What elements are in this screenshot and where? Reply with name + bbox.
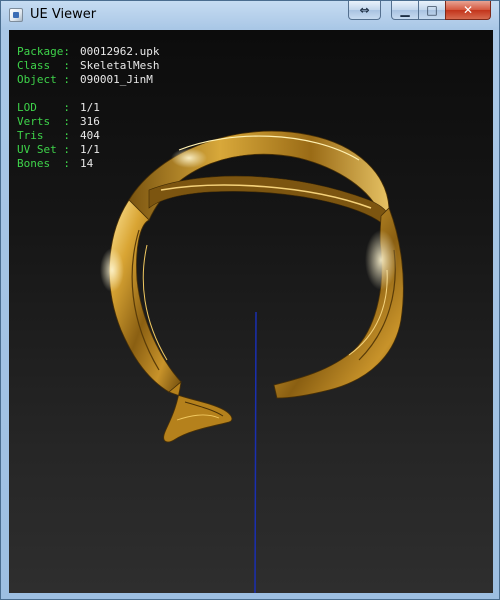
maximize-button[interactable]: □	[418, 1, 446, 20]
info-value: 1/1	[80, 101, 100, 114]
info-row-tris: Tris : 404	[17, 129, 159, 143]
info-label: Bones :	[17, 157, 70, 170]
info-label: LOD :	[17, 101, 70, 114]
app-icon	[9, 8, 23, 22]
info-row-bones: Bones : 14	[17, 157, 159, 171]
app-window: UE Viewer ⇔ ▁ □ ✕ Package: 00012962.upk …	[0, 0, 500, 600]
info-row-package: Package: 00012962.upk	[17, 45, 159, 59]
mesh-info-overlay: Package: 00012962.upk Class : SkeletalMesh…	[17, 45, 159, 171]
info-value: 404	[80, 129, 100, 142]
info-label: UV Set :	[17, 143, 70, 156]
info-label: Object :	[17, 73, 70, 86]
info-row-lod: LOD : 1/1	[17, 101, 159, 115]
info-label: Verts :	[17, 115, 70, 128]
info-value: 090001_JinM	[80, 73, 153, 86]
swap-arrows-icon: ⇔	[359, 3, 370, 17]
close-button[interactable]: ✕	[445, 1, 491, 20]
gold-circlet-mesh	[100, 130, 404, 443]
minimize-button[interactable]: ▁	[391, 1, 419, 20]
info-value: 316	[80, 115, 100, 128]
3d-viewport[interactable]: Package: 00012962.upk Class : SkeletalMesh…	[9, 30, 493, 593]
info-value: SkeletalMesh	[80, 59, 160, 72]
info-value: 1/1	[80, 143, 100, 156]
info-row-uvset: UV Set : 1/1	[17, 143, 159, 157]
minimize-icon: ▁	[400, 3, 410, 17]
info-label: Class :	[17, 59, 70, 72]
maximize-icon: □	[426, 3, 438, 17]
close-icon: ✕	[462, 3, 474, 17]
info-label: Package:	[17, 45, 70, 58]
info-label: Tris :	[17, 129, 70, 142]
info-value: 14	[80, 157, 94, 170]
info-row-verts: Verts : 316	[17, 115, 159, 129]
z-axis-line	[254, 311, 257, 593]
window-title: UE Viewer	[30, 7, 97, 22]
info-row-class: Class : SkeletalMesh	[17, 59, 159, 73]
swap-button[interactable]: ⇔	[348, 1, 381, 20]
info-row-object: Object : 090001_JinM	[17, 73, 159, 87]
info-value: 00012962.upk	[80, 45, 160, 58]
title-bar[interactable]: UE Viewer ⇔ ▁ □ ✕	[1, 1, 499, 30]
